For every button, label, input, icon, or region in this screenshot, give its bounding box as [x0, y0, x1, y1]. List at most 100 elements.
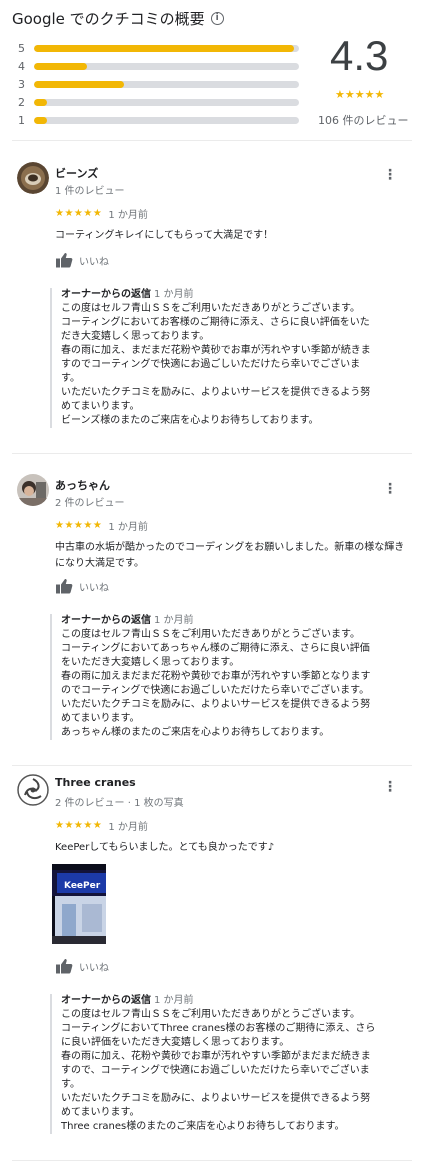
- reviewer-meta: 2 件のレビュー: [55, 498, 125, 509]
- like-label: いいね: [79, 256, 109, 268]
- owner-reply-line: めてまいります。: [61, 1107, 140, 1118]
- info-icon[interactable]: i: [210, 12, 224, 25]
- owner-reply-line: すのでコーティングで快適にお過ごしいただけたら幸いでございま: [61, 359, 361, 370]
- review-stars: ★★★★★: [55, 208, 103, 219]
- owner-reply-line: す。: [61, 1079, 80, 1090]
- owner-reply-line: いただいたクチコミを励みに、よりよいサービスを提供できるよう努: [61, 1093, 371, 1104]
- review-text: コーティングキレイにしてもらって大満足です！: [55, 230, 274, 241]
- owner-reply-line: 春の雨に加え、まだまだ花粉や黄砂でお車が汚れやすい季節が続きま: [61, 345, 371, 356]
- reviewer-meta: 2 件のレビュー · 1 枚の写真: [55, 798, 184, 809]
- rating-bar-fill: [34, 116, 48, 124]
- review-text: 中古車の水垢が酷かったのでコーディングをお願いしました。新車の様な輝きになり大満…: [55, 542, 405, 569]
- review-photo[interactable]: KeePer: [52, 864, 106, 944]
- owner-reply-title: オーナーからの返信: [61, 615, 151, 626]
- avatar[interactable]: [17, 162, 49, 194]
- owner-reply-line: あっちゃん様のまたのご来店を心よりお待ちしております。: [61, 727, 330, 738]
- review-stars: ★★★★★: [55, 520, 103, 531]
- owner-reply-line: この度はセルフ青山ＳＳをご利用いただきありがとうございます。: [61, 1009, 360, 1020]
- owner-reply-line: 春の雨に加え、花粉や黄砂でお車が汚れやすい季節がまだまだ続きま: [61, 1051, 371, 1062]
- owner-reply-line: をいただき大変嬉しく思っております。: [61, 657, 240, 668]
- reviewer-name[interactable]: Three cranes: [55, 776, 136, 789]
- review-time: 1 か月前: [108, 210, 148, 221]
- rating-bar-row[interactable]: 4: [18, 59, 299, 73]
- owner-reply-time: 1 か月前: [154, 289, 194, 300]
- avatar[interactable]: [17, 474, 49, 506]
- summary-title: Google でのクチコミの概要 i: [12, 8, 224, 29]
- rating-bar-row[interactable]: 1: [18, 113, 299, 127]
- like-label: いいね: [79, 962, 109, 974]
- rating-bar-track: [34, 80, 299, 88]
- rating-bar-fill: [34, 62, 87, 70]
- owner-reply-line: のでコーティングで快適にお過ごしいただけたら幸いでございます。: [61, 685, 370, 696]
- rating-bar-label: 4: [18, 59, 25, 73]
- rating-bar-track: [34, 44, 299, 52]
- review-card: あっちゃん 2 件のレビュー ⋮ ★★★★★ 1 か月前 中古車の水垢が酷かった…: [0, 462, 428, 762]
- owner-reply-line: す。: [61, 373, 80, 384]
- reviewer-name[interactable]: ビーンズ: [55, 165, 98, 181]
- rating-bar-track: [34, 98, 299, 106]
- rating-bar-track: [34, 116, 299, 124]
- review-time: 1 か月前: [108, 522, 148, 533]
- like-button[interactable]: いいね: [55, 578, 109, 594]
- owner-reply-line: だき大変嬉しく思っております。: [61, 331, 210, 342]
- owner-reply-line: すので、コーティングで快適にお過ごしいただけたら幸いでございま: [61, 1065, 370, 1076]
- owner-reply: オーナーからの返信 1 か月前 この度はセルフ青山ＳＳをご利用いただきありがとうご…: [50, 994, 415, 1134]
- rating-bar-fill: [34, 98, 48, 106]
- divider: [12, 1160, 412, 1161]
- owner-reply-line: Three cranes様のまたのご来店を心よりお待ちしております。: [61, 1121, 345, 1132]
- rating-bar-track: [34, 62, 299, 70]
- owner-reply-line: に良い評価をいただき大変嬉しく思っております。: [61, 1037, 290, 1048]
- owner-reply: オーナーからの返信 1 か月前 この度はセルフ青山ＳＳをご利用いただきありがとうご…: [50, 614, 415, 740]
- average-stars: ★★★★★: [335, 88, 385, 101]
- reviewer-meta: 1 件のレビュー: [55, 186, 125, 197]
- review-time: 1 か月前: [108, 822, 148, 833]
- owner-reply-header: オーナーからの返信 1 か月前: [61, 288, 415, 302]
- review-rating-line: ★★★★★ 1 か月前: [55, 206, 148, 221]
- more-options-icon[interactable]: ⋮: [383, 780, 397, 794]
- like-button[interactable]: いいね: [55, 958, 109, 974]
- more-options-icon[interactable]: ⋮: [383, 168, 397, 182]
- divider: [12, 765, 412, 766]
- owner-reply-title: オーナーからの返信: [61, 995, 151, 1006]
- owner-reply-line: いただいたクチコミを励みに、よりよいサービスを提供できるよう努: [61, 699, 371, 710]
- owner-reply-line: ビーンズ様のまたのご来店を心よりお待ちしております。: [61, 415, 319, 426]
- summary-title-text: Google でのクチコミの概要: [12, 10, 205, 28]
- divider: [12, 453, 412, 454]
- owner-reply-time: 1 か月前: [154, 615, 194, 626]
- owner-reply-title: オーナーからの返信: [61, 289, 151, 300]
- rating-bar-label: 3: [18, 77, 25, 91]
- owner-reply-line: いただいたクチコミを励みに、よりよいサービスを提供できるよう努: [61, 387, 371, 398]
- thumbs-up-icon: [56, 959, 73, 974]
- owner-reply-line: 春の雨に加えまだまだ花粉や黄砂でお車が汚れやすい季節となります: [61, 671, 371, 682]
- thumbs-up-icon: [56, 253, 73, 268]
- owner-reply-time: 1 か月前: [154, 995, 194, 1006]
- avatar[interactable]: [17, 774, 49, 806]
- owner-reply-line: めてまいります。: [61, 401, 140, 412]
- review-rating-line: ★★★★★ 1 か月前: [55, 818, 148, 833]
- owner-reply-line: この度はセルフ青山ＳＳをご利用いただきありがとうございます。: [61, 303, 360, 314]
- owner-reply-line: めてまいります。: [61, 713, 140, 724]
- review-card: Three cranes 2 件のレビュー · 1 枚の写真 ⋮ ★★★★★ 1…: [0, 770, 428, 1165]
- photo-sign-text: KeePer: [64, 881, 101, 891]
- review-rating-line: ★★★★★ 1 か月前: [55, 518, 148, 533]
- review-count[interactable]: 106 件のレビュー: [318, 112, 409, 128]
- rating-bar-row[interactable]: 3: [18, 77, 299, 91]
- reviewer-name[interactable]: あっちゃん: [55, 477, 110, 493]
- owner-reply: オーナーからの返信 1 か月前 この度はセルフ青山ＳＳをご利用いただきありがとうご…: [50, 288, 415, 428]
- rating-bar-fill: [34, 80, 125, 88]
- owner-reply-line: コーティングにおいてあっちゃん様のご期待に添え、さらに良い評価: [61, 643, 370, 654]
- rating-bar-row[interactable]: 5: [18, 41, 299, 55]
- like-button[interactable]: いいね: [55, 252, 109, 268]
- review-text: KeePerしてもらいました。とても良かったです♪: [55, 842, 275, 853]
- rating-bar-label: 5: [18, 41, 25, 55]
- owner-reply-line: コーティングにおいてお客様のご期待に添え、さらに良い評価をいた: [61, 317, 370, 328]
- review-card: ビーンズ 1 件のレビュー ⋮ ★★★★★ 1 か月前 コーティングキレイにして…: [0, 150, 428, 450]
- owner-reply-header: オーナーからの返信 1 か月前: [61, 614, 415, 628]
- more-options-icon[interactable]: ⋮: [383, 482, 397, 496]
- review-summary: Google でのクチコミの概要 i 5 4 3 2 1 4.3 ★★★★★ 1…: [0, 0, 428, 146]
- average-rating: 4.3: [330, 32, 389, 79]
- thumbs-up-icon: [56, 579, 73, 594]
- rating-bar-label: 1: [18, 113, 25, 127]
- divider: [12, 140, 412, 141]
- rating-bar-row[interactable]: 2: [18, 96, 299, 109]
